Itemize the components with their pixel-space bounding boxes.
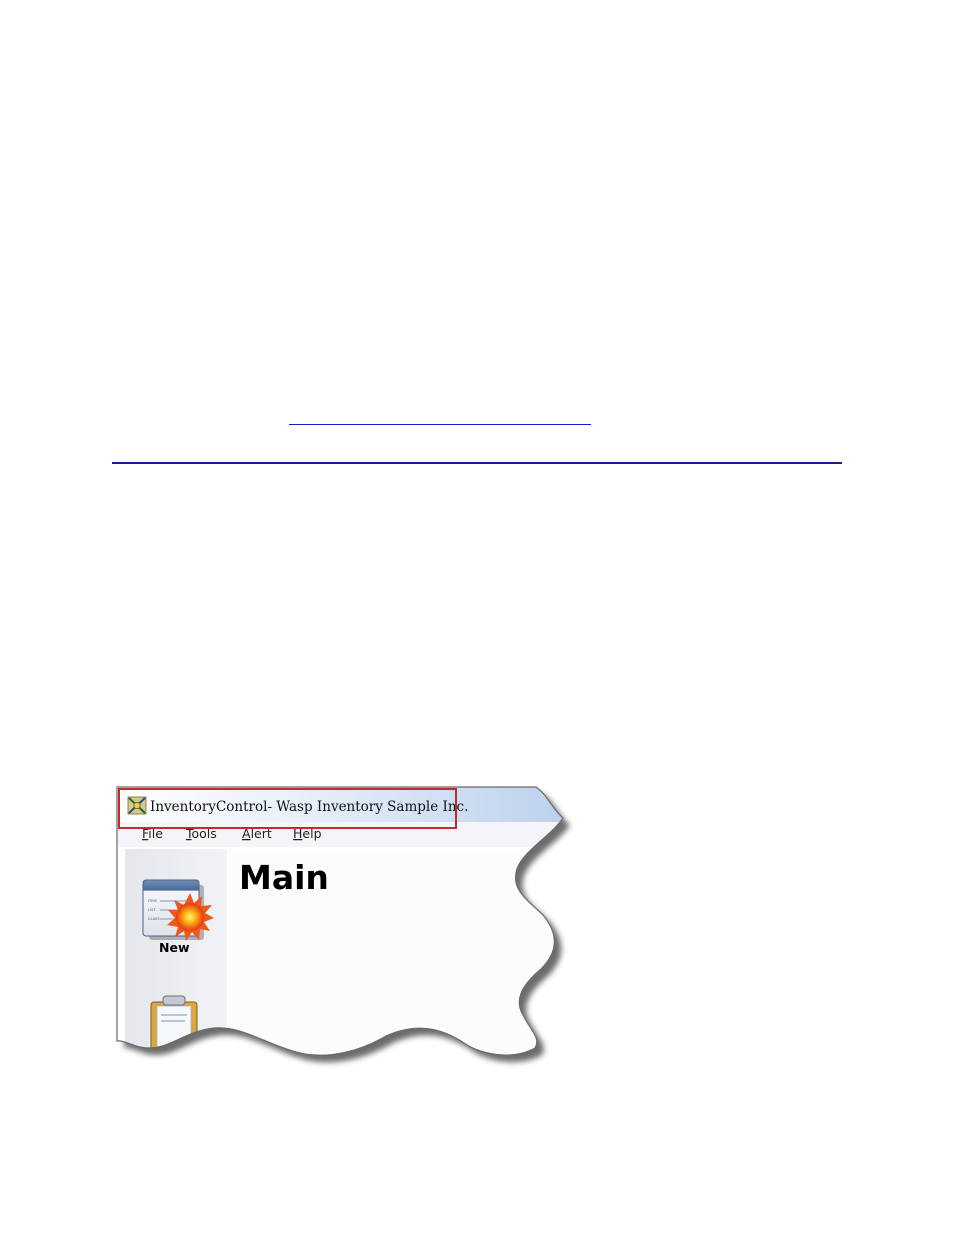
new-document-icon: ITEM LIST CLASS <box>142 879 214 941</box>
app-icon <box>127 796 147 815</box>
page-title: Main <box>239 858 329 897</box>
menu-bar <box>117 822 563 847</box>
new-button-label: New <box>159 940 190 955</box>
svg-text:CLASS: CLASS <box>148 917 160 921</box>
screenshot-figure: InventoryControl- Wasp Inventory Sample … <box>116 786 570 1063</box>
window-title: InventoryControl- Wasp Inventory Sample … <box>150 799 468 815</box>
svg-text:ITEM: ITEM <box>148 899 157 903</box>
svg-text:LIST: LIST <box>148 908 156 912</box>
